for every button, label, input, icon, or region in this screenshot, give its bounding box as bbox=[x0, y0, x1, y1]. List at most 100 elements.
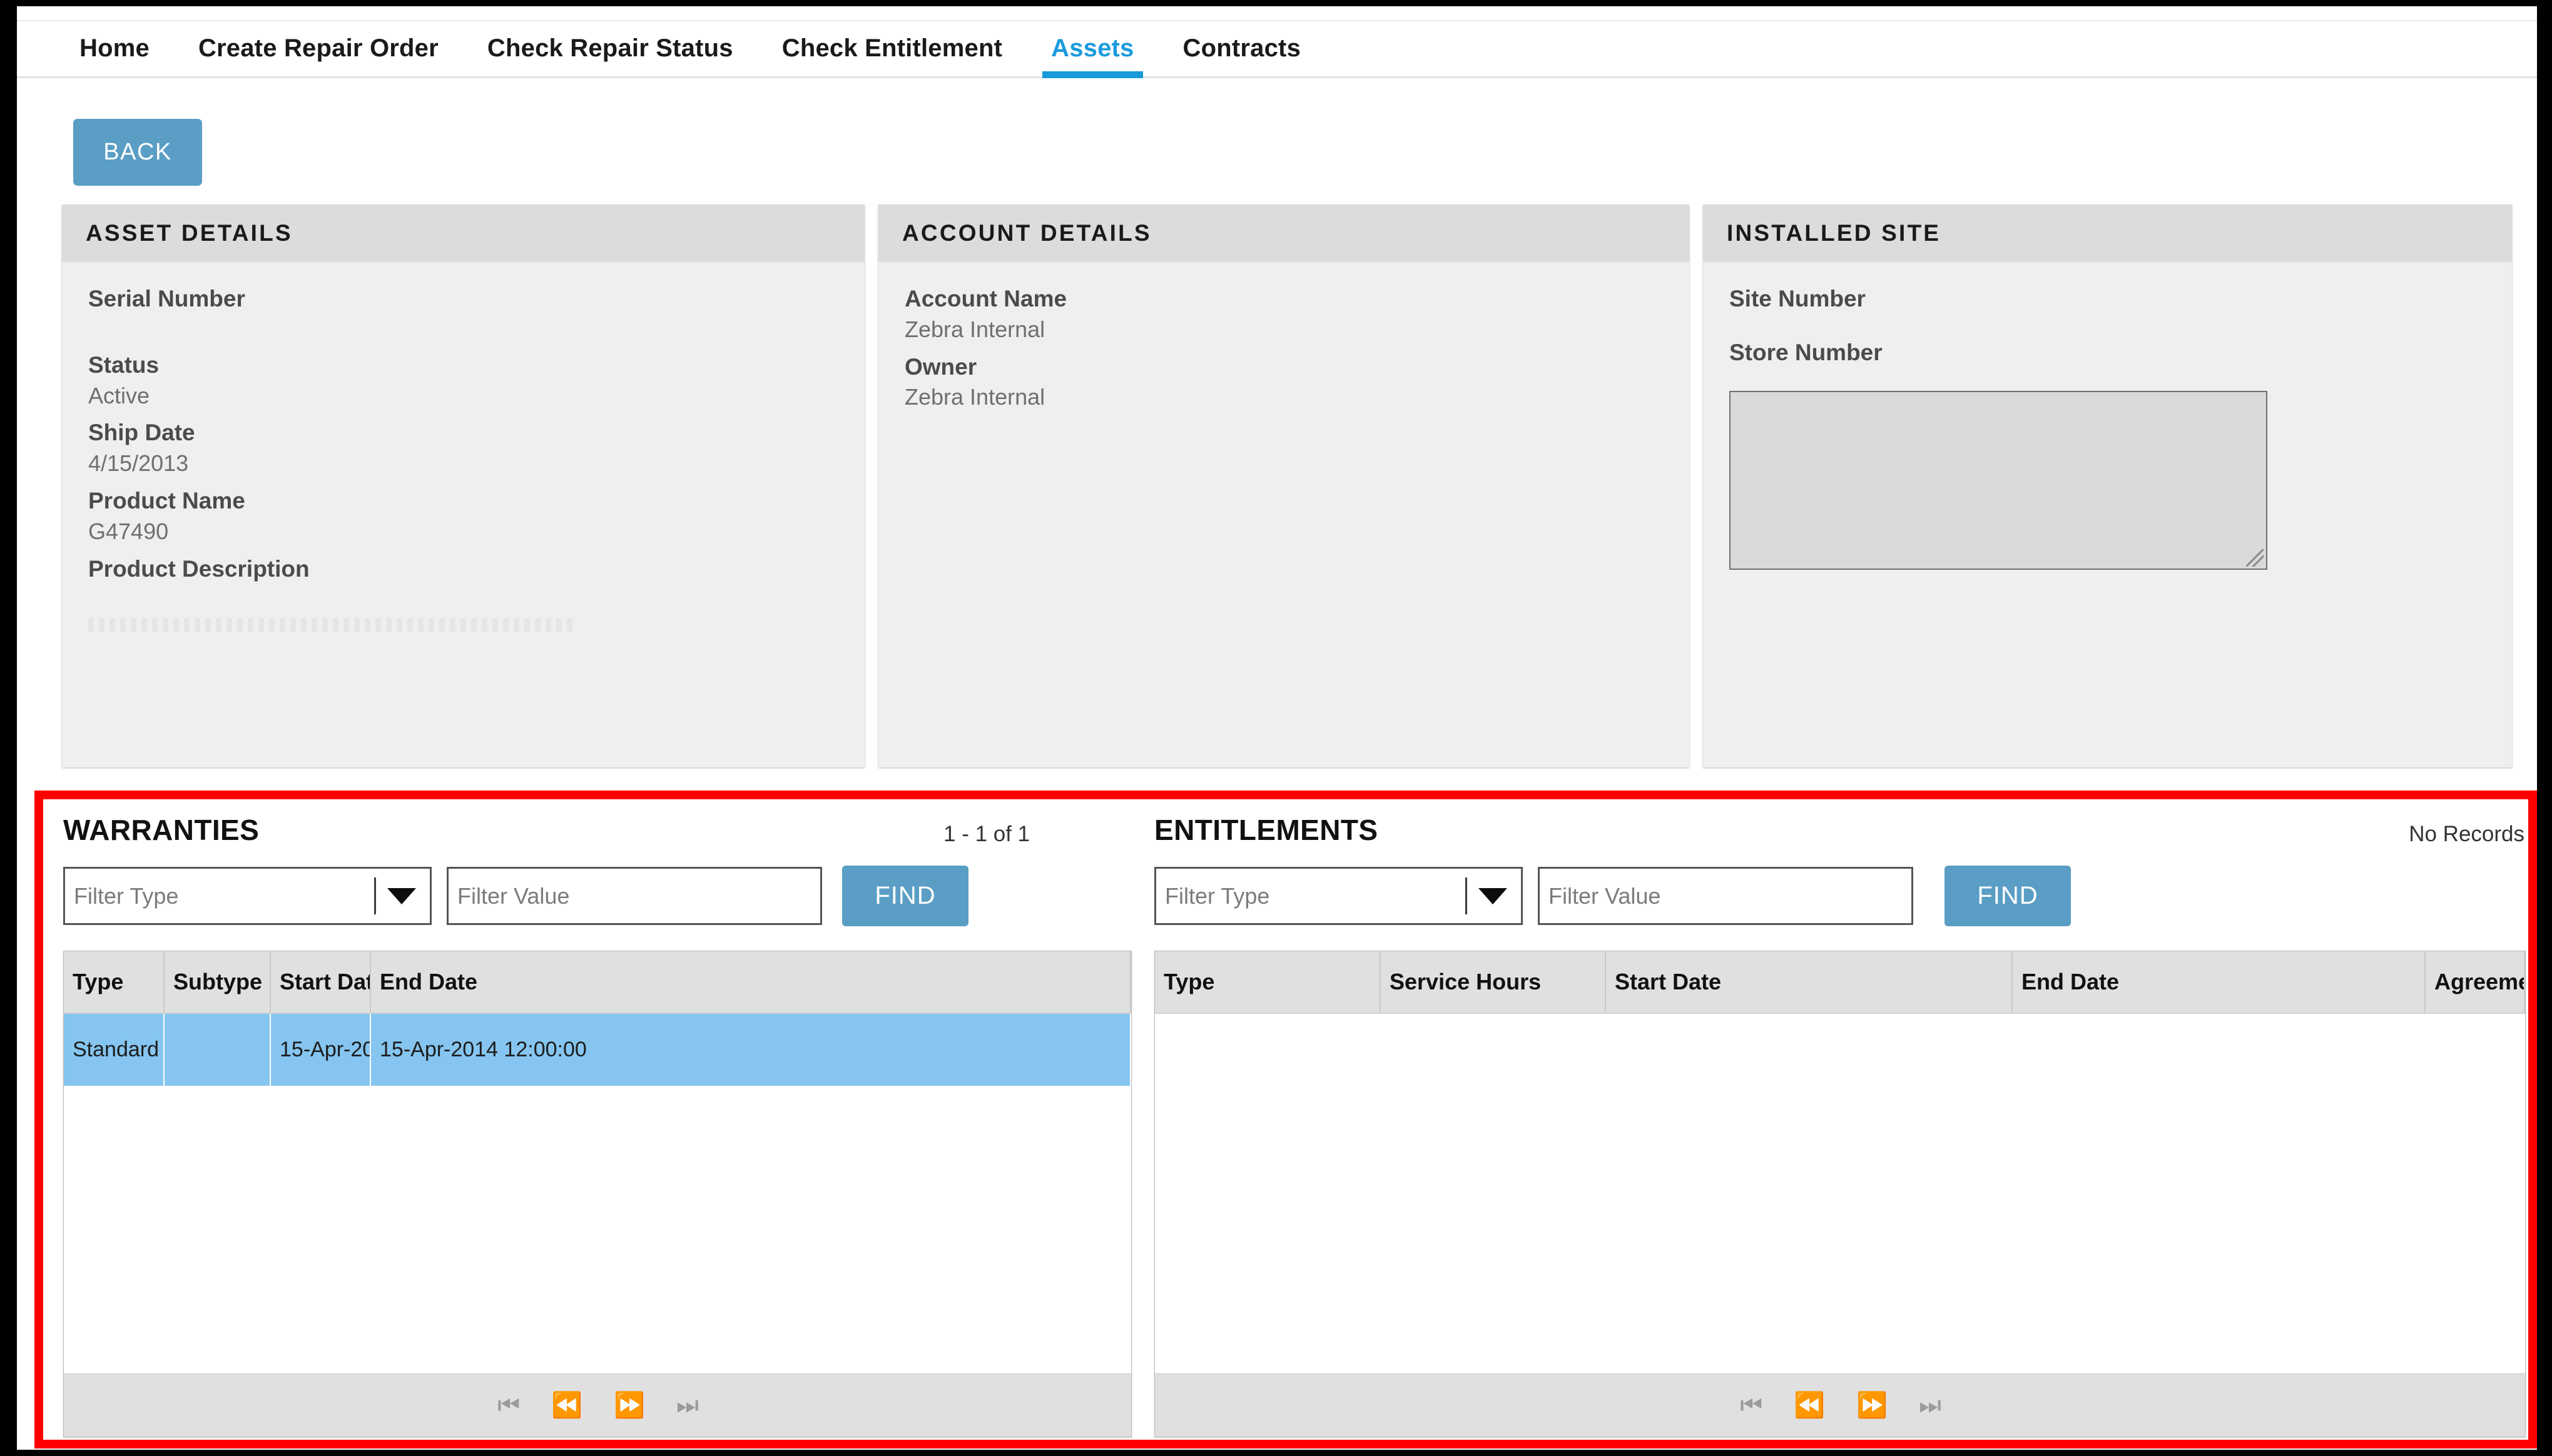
site-address-textarea[interactable] bbox=[1729, 390, 2267, 570]
col-start-date[interactable]: Start Date bbox=[1605, 951, 2013, 1014]
col-start-date[interactable]: Start Date bbox=[270, 951, 371, 1014]
warranties-header-row: Type Subtype Start Date End Date bbox=[64, 951, 1131, 1014]
field-label: Status bbox=[88, 351, 160, 378]
warranties-filter-value-input[interactable] bbox=[447, 867, 822, 925]
nav-tab-create-repair-order[interactable]: Create Repair Order bbox=[198, 34, 439, 76]
entitlements-filter-type-select[interactable]: Filter Type bbox=[1154, 867, 1523, 925]
resize-grip-icon[interactable] bbox=[2246, 549, 2264, 567]
field-owner: Owner Zebra Internal bbox=[905, 351, 1663, 413]
warranties-empty-space bbox=[64, 1086, 1131, 1373]
pager-last-icon[interactable]: ⏭ bbox=[1919, 1393, 1941, 1418]
pager-last-icon[interactable]: ⏭ bbox=[676, 1393, 699, 1418]
pager-first-icon[interactable]: ⏮ bbox=[1740, 1393, 1762, 1418]
table-row[interactable]: Standard 15-Apr-2013 12:0... 15-Apr-2014… bbox=[64, 1013, 1131, 1086]
field-label: Store Number bbox=[1729, 339, 1883, 365]
entitlements-grid: Type Service Hours Start Date End Date A… bbox=[1154, 951, 2526, 1437]
warranties-pager: ⏮ ⏪ ⏩ ⏭ bbox=[64, 1373, 1131, 1437]
entitlements-table: Type Service Hours Start Date End Date A… bbox=[1155, 951, 2525, 1014]
col-type[interactable]: Type bbox=[1155, 951, 1381, 1014]
field-value bbox=[88, 315, 838, 343]
warranties-title: WARRANTIES bbox=[63, 814, 260, 846]
warranties-filter-type-select[interactable]: Filter Type bbox=[63, 867, 432, 925]
col-service-hours[interactable]: Service Hours bbox=[1380, 951, 1606, 1014]
nav-tab-check-repair-status[interactable]: Check Repair Status bbox=[487, 34, 733, 76]
nav-tab-home[interactable]: Home bbox=[79, 34, 150, 76]
entitlements-find-button[interactable]: FIND bbox=[1945, 866, 2071, 926]
pager-prev-icon[interactable]: ⏪ bbox=[551, 1393, 582, 1418]
warranties-filter-type-placeholder: Filter Type bbox=[74, 882, 179, 909]
pager-next-icon[interactable]: ⏩ bbox=[1856, 1393, 1888, 1418]
main-navigation: Home Create Repair Order Check Repair St… bbox=[17, 20, 2537, 78]
col-agreement[interactable]: Agreement bbox=[2425, 951, 2525, 1014]
nav-tab-check-entitlement[interactable]: Check Entitlement bbox=[782, 34, 1002, 76]
warranties-filter-bar: Filter Type FIND bbox=[63, 866, 968, 926]
warranties-grid: Type Subtype Start Date End Date Standar… bbox=[63, 951, 1132, 1437]
entitlements-header: ENTITLEMENTS No Records bbox=[1143, 808, 2537, 863]
warranties-record-count: 1 - 1 of 1 bbox=[943, 822, 1030, 846]
entitlements-header-row: Type Service Hours Start Date End Date A… bbox=[1155, 951, 2525, 1014]
select-divider bbox=[1465, 877, 1467, 914]
col-end-date[interactable]: End Date bbox=[370, 951, 1131, 1014]
entitlements-record-count: No Records bbox=[2409, 822, 2524, 846]
installed-site-title: INSTALLED SITE bbox=[1727, 220, 1941, 246]
field-value: 4/15/2013 bbox=[88, 450, 189, 477]
entitlements-filter-value-input[interactable] bbox=[1538, 867, 1913, 925]
field-label: Ship Date bbox=[88, 420, 195, 446]
field-label: Account Name bbox=[905, 286, 1067, 311]
warranties-header: WARRANTIES 1 - 1 of 1 bbox=[52, 808, 1143, 863]
entitlements-empty-space bbox=[1155, 1014, 2525, 1373]
nav-tab-contracts[interactable]: Contracts bbox=[1183, 34, 1301, 76]
warranties-section: WARRANTIES 1 - 1 of 1 Filter Type FIND bbox=[52, 808, 1143, 1445]
col-subtype[interactable]: Subtype bbox=[164, 951, 271, 1014]
pager-prev-icon[interactable]: ⏪ bbox=[1794, 1393, 1825, 1418]
entitlements-filter-type-placeholder: Filter Type bbox=[1165, 882, 1270, 909]
chevron-down-icon bbox=[1478, 887, 1507, 904]
installed-site-body: Site Number Store Number bbox=[1703, 262, 2512, 767]
installed-site-header: INSTALLED SITE bbox=[1703, 205, 2512, 262]
back-button[interactable]: BACK bbox=[73, 119, 202, 186]
account-details-panel: ACCOUNT DETAILS Account Name Zebra Inter… bbox=[878, 205, 1689, 767]
app-window: Home Create Repair Order Check Repair St… bbox=[17, 6, 2537, 1450]
nav-tab-assets[interactable]: Assets bbox=[1042, 34, 1143, 78]
detail-panels-row: ASSET DETAILS Serial Number Status Activ… bbox=[62, 205, 2513, 767]
col-end-date[interactable]: End Date bbox=[2012, 951, 2426, 1014]
field-value: G47490 bbox=[88, 518, 169, 544]
account-details-title: ACCOUNT DETAILS bbox=[902, 220, 1152, 246]
entitlements-title: ENTITLEMENTS bbox=[1154, 814, 1378, 846]
account-details-body: Account Name Zebra Internal Owner Zebra … bbox=[878, 262, 1689, 767]
account-details-header: ACCOUNT DETAILS bbox=[878, 205, 1689, 262]
nav-tab-list: Home Create Repair Order Check Repair St… bbox=[17, 21, 2537, 78]
installed-site-panel: INSTALLED SITE Site Number Store Number bbox=[1703, 205, 2512, 767]
field-status: Status Active bbox=[88, 350, 838, 412]
entitlements-section: ENTITLEMENTS No Records Filter Type FIND bbox=[1143, 808, 2537, 1445]
field-product-description: Product Description bbox=[88, 554, 838, 632]
field-ship-date: Ship Date 4/15/2013 bbox=[88, 417, 838, 479]
col-type[interactable]: Type bbox=[64, 951, 165, 1014]
select-divider bbox=[374, 877, 376, 914]
asset-details-header: ASSET DETAILS bbox=[62, 205, 865, 262]
pager-next-icon[interactable]: ⏩ bbox=[614, 1393, 645, 1418]
field-site-number: Site Number bbox=[1729, 283, 2486, 315]
warranties-table: Type Subtype Start Date End Date Standar… bbox=[64, 951, 1131, 1086]
field-serial-number: Serial Number bbox=[88, 283, 838, 343]
field-value: Zebra Internal bbox=[905, 384, 1045, 410]
field-account-name: Account Name Zebra Internal bbox=[905, 283, 1663, 345]
asset-details-title: ASSET DETAILS bbox=[86, 220, 293, 246]
field-value: Zebra Internal bbox=[905, 316, 1045, 342]
cell-subtype bbox=[164, 1013, 271, 1086]
warranties-find-button[interactable]: FIND bbox=[842, 866, 968, 926]
pager-first-icon[interactable]: ⏮ bbox=[497, 1393, 520, 1418]
cell-type: Standard bbox=[64, 1013, 165, 1086]
asset-details-body: Serial Number Status Active Ship Date 4/… bbox=[62, 262, 865, 767]
field-label: Site Number bbox=[1729, 286, 1866, 311]
entitlements-pager: ⏮ ⏪ ⏩ ⏭ bbox=[1155, 1373, 2525, 1437]
field-label: Product Description bbox=[88, 555, 310, 582]
field-store-number: Store Number bbox=[1729, 337, 2486, 368]
entitlements-filter-bar: Filter Type FIND bbox=[1154, 866, 2071, 926]
chevron-down-icon bbox=[387, 887, 416, 904]
highlight-region: WARRANTIES 1 - 1 of 1 Filter Type FIND bbox=[34, 791, 2537, 1448]
field-product-name: Product Name G47490 bbox=[88, 485, 838, 547]
field-value: Active bbox=[88, 382, 150, 408]
cell-end-date: 15-Apr-2014 12:00:00 bbox=[370, 1013, 1131, 1086]
